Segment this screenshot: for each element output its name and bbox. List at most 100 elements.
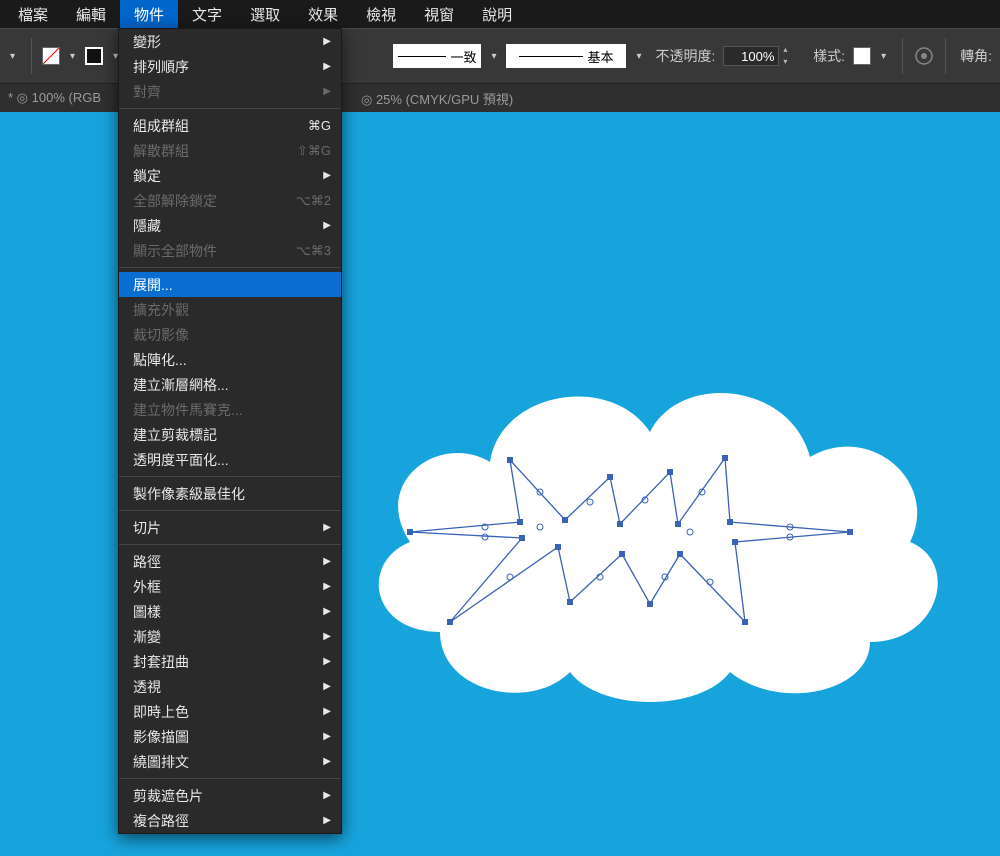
menu-item-label: 排列順序 (133, 57, 323, 77)
menu-item[interactable]: 影像描圖▶ (119, 724, 341, 749)
menu-item: 顯示全部物件⌥⌘3 (119, 238, 341, 263)
submenu-arrow-icon: ▶ (323, 170, 331, 181)
menu-item: 全部解除鎖定⌥⌘2 (119, 188, 341, 213)
stroke-profile-select[interactable]: 一致 (393, 44, 481, 68)
menu-separator (119, 778, 341, 779)
menu-separator (119, 108, 341, 109)
menu-item[interactable]: 組成群組⌘G (119, 113, 341, 138)
menubar-item[interactable]: 效果 (294, 0, 352, 29)
menu-item[interactable]: 切片▶ (119, 515, 341, 540)
submenu-arrow-icon: ▶ (323, 220, 331, 231)
opacity-stepper[interactable]: ▴▾ (783, 46, 793, 66)
menu-item-label: 切片 (133, 518, 323, 538)
menu-item: 對齊▶ (119, 79, 341, 104)
menu-item-label: 圖樣 (133, 602, 323, 622)
shortcut-label: ⌥⌘3 (296, 243, 331, 259)
submenu-arrow-icon: ▶ (323, 790, 331, 801)
menubar-item[interactable]: 文字 (178, 0, 236, 29)
menu-item[interactable]: 透視▶ (119, 674, 341, 699)
chevron-down-icon[interactable]: ▾ (491, 51, 496, 62)
menu-item-label: 透明度平面化... (133, 450, 331, 470)
chevron-down-icon[interactable]: ▾ (70, 51, 75, 62)
menubar: 檔案編輯物件文字選取效果檢視視窗說明 (0, 0, 1000, 28)
menubar-item[interactable]: 檔案 (4, 0, 62, 29)
doc-tab-1[interactable]: * ◎ 100% (RGB (8, 90, 101, 106)
menu-item[interactable]: 變形▶ (119, 29, 341, 54)
opacity-label: 不透明度: (652, 46, 720, 66)
menu-item[interactable]: 排列順序▶ (119, 54, 341, 79)
menu-item[interactable]: 展開... (119, 272, 341, 297)
doc-tab-2[interactable]: ◎ 25% (CMYK/GPU 預視) (361, 89, 513, 108)
menu-item[interactable]: 製作像素級最佳化 (119, 481, 341, 506)
menu-item[interactable]: 路徑▶ (119, 549, 341, 574)
menu-item-label: 顯示全部物件 (133, 241, 296, 261)
menu-item-label: 透視 (133, 677, 323, 697)
style-swatch[interactable] (853, 47, 871, 65)
menu-item-label: 剪裁遮色片 (133, 786, 323, 806)
menu-item[interactable]: 漸變▶ (119, 624, 341, 649)
fill-swatch[interactable] (42, 47, 60, 65)
menu-item[interactable]: 即時上色▶ (119, 699, 341, 724)
menu-item: 裁切影像 (119, 322, 341, 347)
selected-star-path[interactable] (390, 442, 870, 662)
menu-item-label: 外框 (133, 577, 323, 597)
menu-item[interactable]: 封套扭曲▶ (119, 649, 341, 674)
menu-item-label: 擴充外觀 (133, 300, 331, 320)
brush-select[interactable]: 基本 (506, 44, 626, 68)
menu-item-label: 點陣化... (133, 350, 331, 370)
submenu-arrow-icon: ▶ (323, 606, 331, 617)
menu-item[interactable]: 外框▶ (119, 574, 341, 599)
menu-item[interactable]: 透明度平面化... (119, 447, 341, 472)
menu-item-label: 建立物件馬賽克... (133, 400, 331, 420)
menu-separator (119, 544, 341, 545)
menu-item-label: 裁切影像 (133, 325, 331, 345)
menu-item[interactable]: 建立剪裁標記 (119, 422, 341, 447)
submenu-arrow-icon: ▶ (323, 706, 331, 717)
shortcut-label: ⌘G (308, 118, 331, 134)
menubar-item[interactable]: 說明 (468, 0, 526, 29)
menu-item-label: 建立剪裁標記 (133, 425, 331, 445)
shortcut-label: ⌥⌘2 (296, 193, 331, 209)
menu-item-label: 全部解除鎖定 (133, 191, 296, 211)
style-label: 樣式: (809, 46, 849, 66)
menu-item[interactable]: 點陣化... (119, 347, 341, 372)
menu-item: 建立物件馬賽克... (119, 397, 341, 422)
menu-item-label: 變形 (133, 32, 323, 52)
menu-item-label: 影像描圖 (133, 727, 323, 747)
chevron-down-icon[interactable]: ▾ (881, 51, 886, 62)
menu-item[interactable]: 複合路徑▶ (119, 808, 341, 833)
menubar-item[interactable]: 編輯 (62, 0, 120, 29)
menu-item[interactable]: 隱藏▶ (119, 213, 341, 238)
menu-item[interactable]: 圖樣▶ (119, 599, 341, 624)
menu-item-label: 複合路徑 (133, 811, 323, 831)
recolor-icon[interactable] (913, 45, 935, 67)
menu-item-label: 鎖定 (133, 166, 323, 186)
stroke-swatch[interactable] (85, 47, 103, 65)
menu-item[interactable]: 建立漸層網格... (119, 372, 341, 397)
submenu-arrow-icon: ▶ (323, 61, 331, 72)
menubar-item[interactable]: 檢視 (352, 0, 410, 29)
menu-separator (119, 476, 341, 477)
object-menu-dropdown: 變形▶排列順序▶對齊▶組成群組⌘G解散群組⇧⌘G鎖定▶全部解除鎖定⌥⌘2隱藏▶顯… (118, 28, 342, 834)
menu-item-label: 封套扭曲 (133, 652, 323, 672)
divider (945, 38, 946, 74)
menubar-item[interactable]: 選取 (236, 0, 294, 29)
menubar-item[interactable]: 物件 (120, 0, 178, 29)
chevron-down-icon[interactable]: ▾ (10, 51, 15, 62)
menu-item[interactable]: 剪裁遮色片▶ (119, 783, 341, 808)
chevron-down-icon[interactable]: ▾ (636, 51, 641, 62)
menu-item-label: 製作像素級最佳化 (133, 484, 331, 504)
menubar-item[interactable]: 視窗 (410, 0, 468, 29)
menu-item[interactable]: 繞圖排文▶ (119, 749, 341, 774)
menu-item-label: 繞圖排文 (133, 752, 323, 772)
menu-item[interactable]: 鎖定▶ (119, 163, 341, 188)
rotate-label: 轉角: (956, 46, 996, 66)
submenu-arrow-icon: ▶ (323, 815, 331, 826)
menu-item: 擴充外觀 (119, 297, 341, 322)
menu-item-label: 對齊 (133, 82, 323, 102)
submenu-arrow-icon: ▶ (323, 731, 331, 742)
divider (31, 38, 32, 74)
opacity-input[interactable] (723, 46, 779, 66)
divider (902, 38, 903, 74)
menu-item-label: 路徑 (133, 552, 323, 572)
